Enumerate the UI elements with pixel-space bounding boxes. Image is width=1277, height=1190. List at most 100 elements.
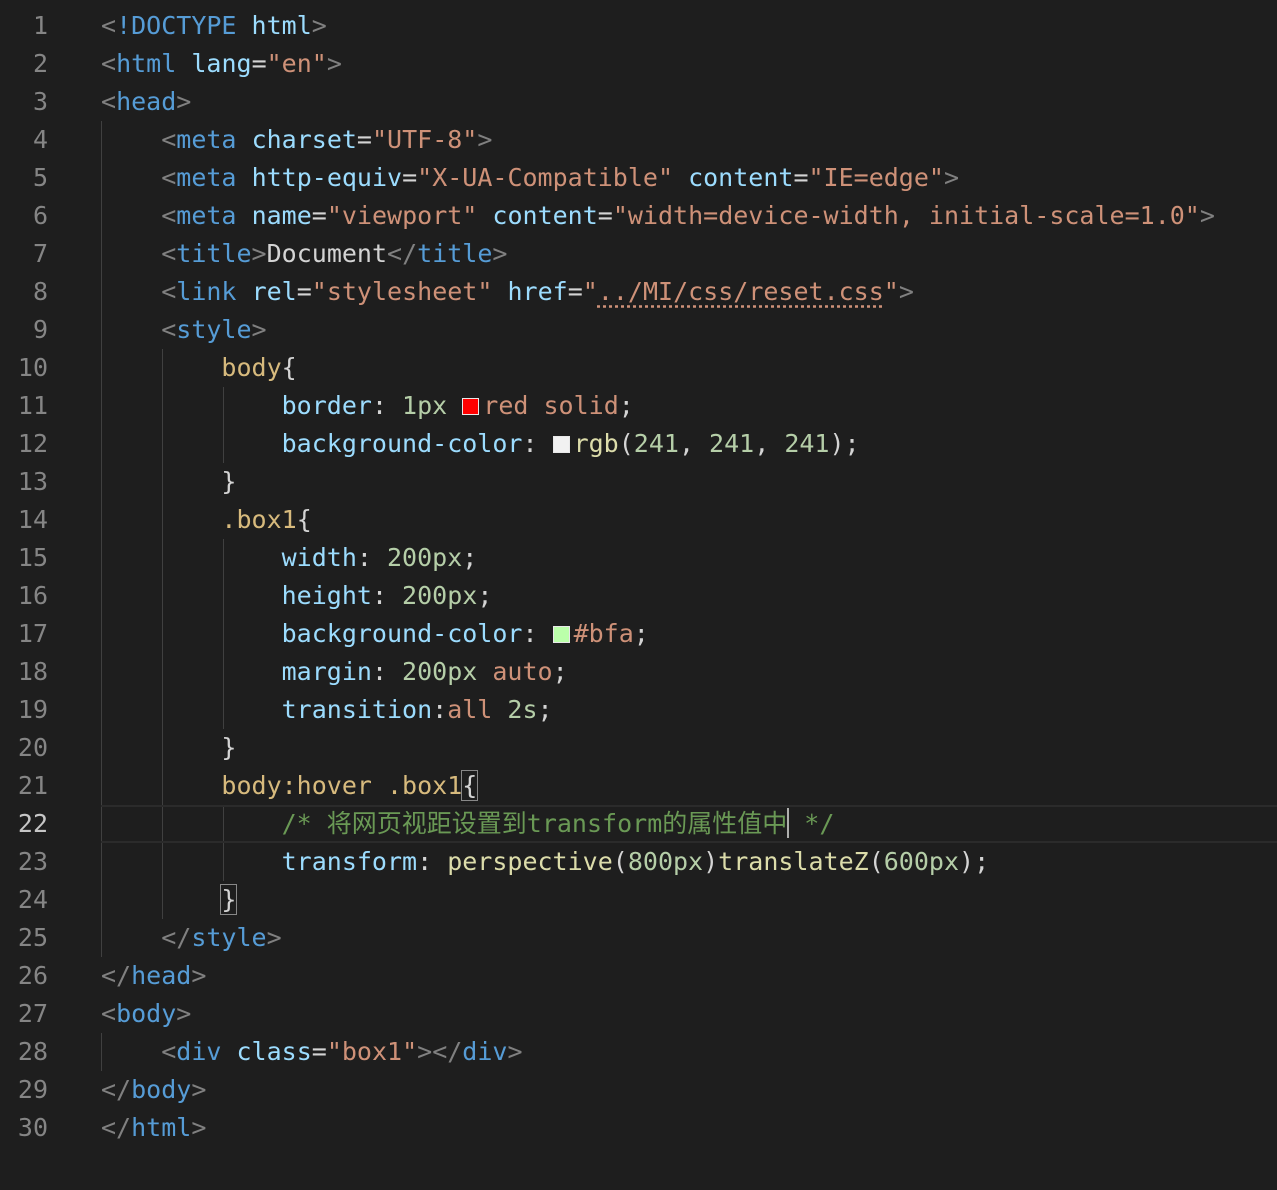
code-token: 241 — [709, 429, 755, 458]
code-token: meta — [176, 125, 237, 154]
code-line[interactable]: 1 <!DOCTYPE html> — [0, 7, 1277, 45]
line-number: 13 — [17, 467, 48, 496]
code-token: rel — [251, 277, 297, 306]
code-token: 2s — [507, 695, 538, 724]
line-number: 18 — [17, 657, 48, 686]
code-text: border: 1px red solid; — [101, 387, 634, 425]
code-text: height: 200px; — [101, 577, 493, 615]
code-line[interactable]: 28 <div class="box1"></div> — [0, 1033, 1277, 1071]
code-text: background-color: rgb(241, 241, 241); — [101, 425, 860, 463]
color-swatch-icon[interactable] — [552, 626, 570, 643]
code-line[interactable]: 15 width: 200px; — [0, 539, 1277, 577]
code-text: margin: 200px auto; — [101, 653, 568, 691]
code-token: > — [191, 1075, 207, 1104]
code-token: < — [161, 315, 177, 344]
color-swatch-icon[interactable] — [462, 398, 480, 415]
code-line[interactable]: 10 body{ — [0, 349, 1277, 387]
code-line[interactable]: 30 </html> — [0, 1109, 1277, 1147]
code-line[interactable]: 14 .box1{ — [0, 501, 1277, 539]
code-line[interactable]: 2 <html lang="en"> — [0, 45, 1277, 83]
code-line[interactable]: 26 </head> — [0, 957, 1277, 995]
code-token: lang — [191, 49, 252, 78]
code-line[interactable]: 24 } — [0, 881, 1277, 919]
code-line[interactable]: 19 transition:all 2s; — [0, 691, 1277, 729]
code-line[interactable]: 6 <meta name="viewport" content="width=d… — [0, 197, 1277, 235]
line-number: 9 — [32, 315, 48, 344]
code-token: border — [281, 391, 372, 420]
code-token: < — [101, 999, 117, 1028]
code-token: body:hover .box1 — [221, 771, 463, 800]
code-token: } — [101, 733, 237, 762]
code-token: title — [417, 239, 493, 268]
code-token: div — [176, 1037, 222, 1066]
code-token: */ — [789, 809, 835, 838]
code-text: <style> — [101, 311, 267, 349]
code-line[interactable]: 18 margin: 200px auto; — [0, 653, 1277, 691]
code-line[interactable]: 13 } — [0, 463, 1277, 501]
code-line[interactable]: 5 <meta http-equiv="X-UA-Compatible" con… — [0, 159, 1277, 197]
code-token: > — [507, 1037, 523, 1066]
code-token: transform — [281, 847, 418, 876]
code-token: content — [492, 201, 598, 230]
code-line[interactable]: 27 <body> — [0, 995, 1277, 1033]
code-token: ); — [959, 847, 990, 876]
code-line[interactable]: 12 background-color: rgb(241, 241, 241); — [0, 425, 1277, 463]
code-text: /* 将网页视距设置到transform的属性值中 */ — [101, 805, 834, 843]
line-number: 21 — [17, 771, 48, 800]
code-line[interactable]: 25 </style> — [0, 919, 1277, 957]
line-number: 5 — [32, 163, 48, 192]
code-token: < — [161, 201, 177, 230]
code-token: 1px — [402, 391, 448, 420]
code-token: margin — [281, 657, 372, 686]
code-editor[interactable]: 1 <!DOCTYPE html> 2 <html lang="en"> 3 <head>… — [0, 7, 1277, 1190]
code-text: <meta http-equiv="X-UA-Compatible" conte… — [101, 159, 959, 197]
code-line[interactable]: 23 transform: perspective(800px)translat… — [0, 843, 1277, 881]
code-token: > — [311, 11, 327, 40]
code-line[interactable]: 7 <title>Document</title> — [0, 235, 1277, 273]
line-number: 15 — [17, 543, 48, 572]
code-line[interactable]: 8 <link rel="stylesheet" href="../MI/css… — [0, 273, 1277, 311]
code-token: ); — [829, 429, 860, 458]
code-token: > — [191, 1113, 207, 1142]
code-token: < — [101, 49, 117, 78]
code-token: < — [161, 239, 177, 268]
line-number: 16 — [17, 581, 48, 610]
code-token: charset — [251, 125, 357, 154]
code-token: = — [311, 1037, 327, 1066]
code-token: : — [432, 695, 448, 724]
color-swatch-icon[interactable] — [552, 436, 570, 453]
code-line[interactable]: 9 <style> — [0, 311, 1277, 349]
code-line[interactable]: 11 border: 1px red solid; — [0, 387, 1277, 425]
code-token: : — [356, 543, 387, 572]
code-line[interactable]: 3 <head> — [0, 83, 1277, 121]
code-token: 200px — [387, 543, 463, 572]
code-line[interactable]: 16 height: 200px; — [0, 577, 1277, 615]
code-token: 241 — [784, 429, 830, 458]
code-line[interactable]: 17 background-color: #bfa; — [0, 615, 1277, 653]
code-line[interactable]: 21 body:hover .box1{ — [0, 767, 1277, 805]
code-text: <meta name="viewport" content="width=dev… — [101, 197, 1215, 235]
line-number: 23 — [17, 847, 48, 876]
code-line[interactable]: 4 <meta charset="UTF-8"> — [0, 121, 1277, 159]
code-token: style — [191, 923, 267, 952]
code-line[interactable]: 20 } — [0, 729, 1277, 767]
code-text: width: 200px; — [101, 539, 478, 577]
code-token: , — [678, 429, 710, 458]
code-token: all — [447, 695, 493, 724]
code-line[interactable]: 29 </body> — [0, 1071, 1277, 1109]
code-token: < — [161, 163, 177, 192]
code-line[interactable]: 22 /* 将网页视距设置到transform的属性值中 */ — [0, 805, 1277, 843]
code-token: transition — [281, 695, 433, 724]
code-token: > — [251, 315, 267, 344]
code-token: : — [522, 619, 553, 648]
code-text: background-color: #bfa; — [101, 615, 649, 653]
